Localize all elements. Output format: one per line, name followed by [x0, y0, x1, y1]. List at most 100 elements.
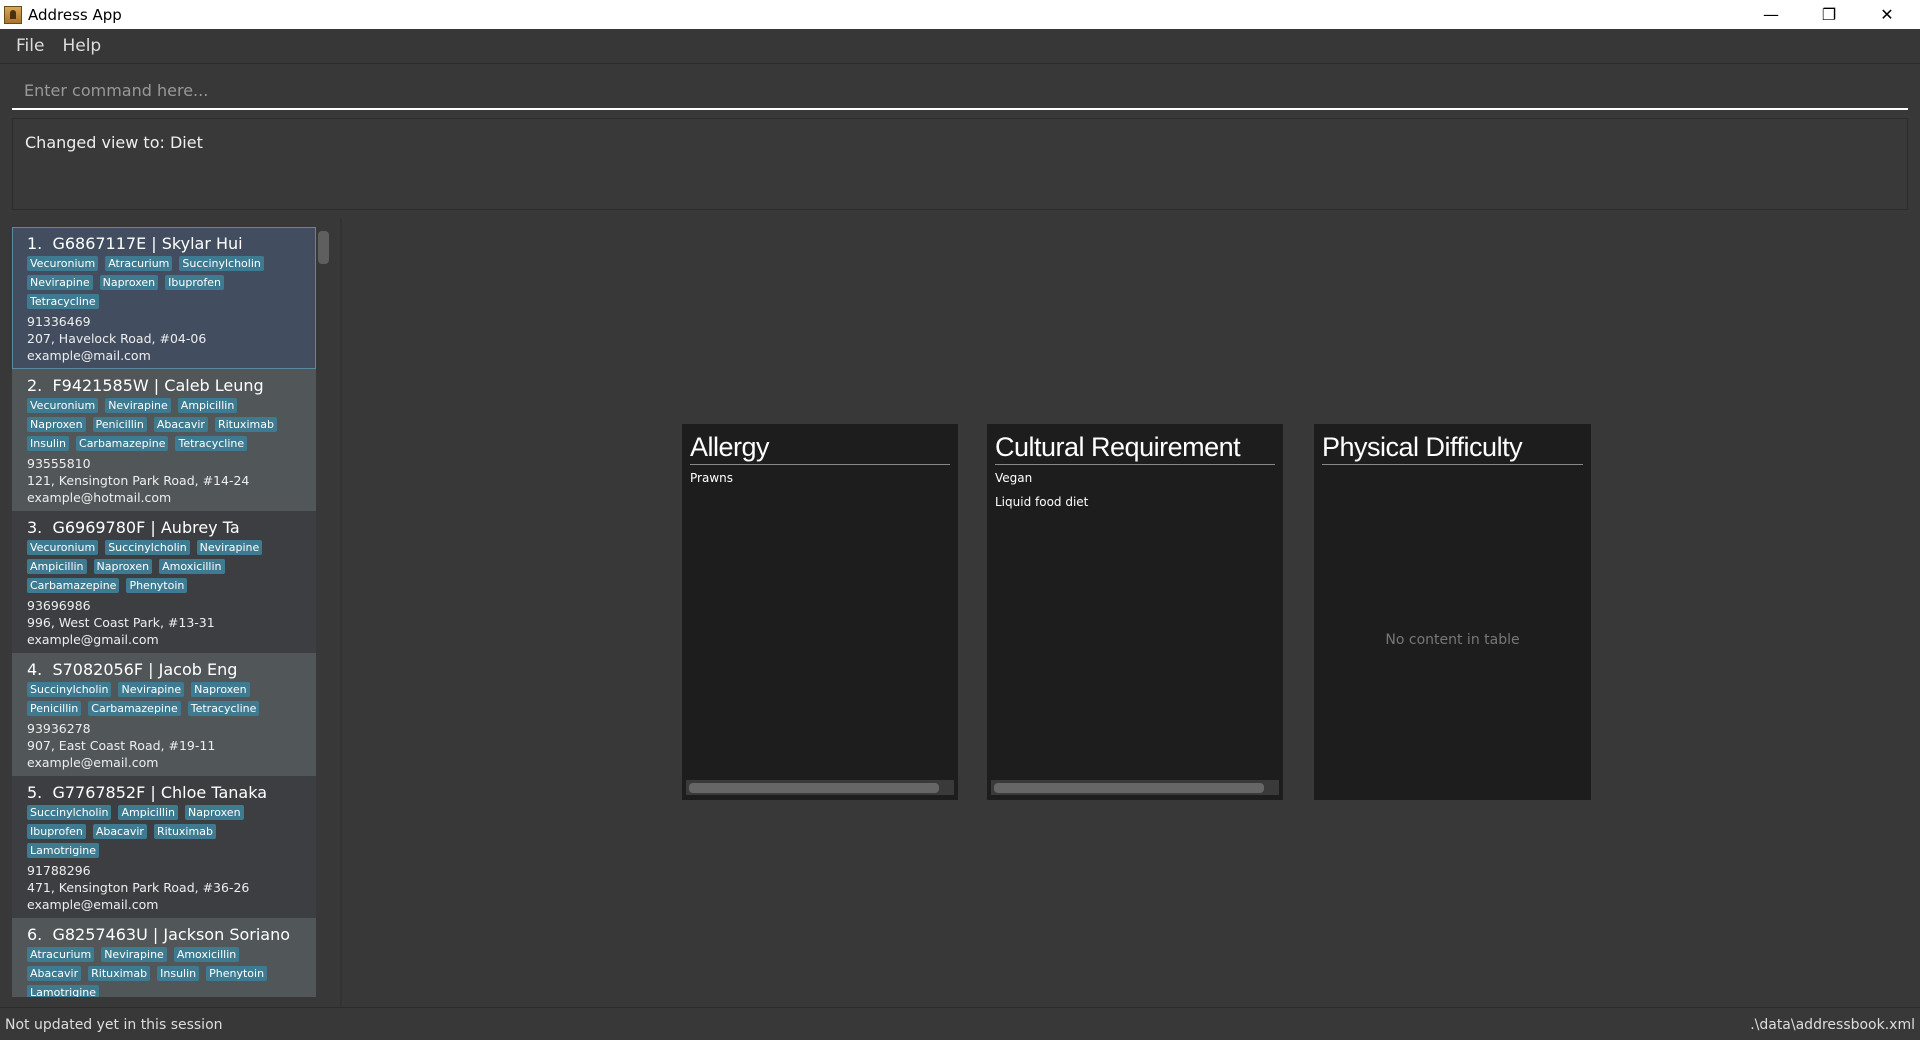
person-card-title: 1. G6867117E | Skylar Hui: [27, 234, 243, 253]
tag: Amoxicillin: [159, 559, 225, 574]
tag: Carbamazepine: [76, 436, 169, 451]
tag: Amoxicillin: [173, 947, 240, 962]
tag-list: Atracurium Nevirapine Amoxicillin Abacavir R…: [27, 947, 301, 997]
tag: Abacavir: [92, 824, 147, 839]
phone: 91788296: [27, 863, 91, 878]
allergy-title: Allergy: [690, 432, 950, 465]
tag: Penicillin: [92, 417, 147, 432]
command-input[interactable]: [12, 72, 1908, 110]
menu-file[interactable]: File: [16, 36, 44, 56]
address: 121, Kensington Park Road, #14-24: [27, 473, 250, 488]
tag: Abacavir: [27, 966, 82, 981]
title-part: 5.: [27, 783, 43, 802]
person-card-title: 4. S7082056F | Jacob Eng: [27, 660, 238, 679]
window-title: Address App: [28, 5, 122, 24]
tag: Ampicillin: [27, 559, 87, 574]
tag: Nevirapine: [196, 540, 263, 555]
tag: Naproxen: [93, 559, 153, 574]
person-card-title: 6. G8257463U | Jackson Soriano: [27, 925, 291, 944]
tag: Lamotrigine: [27, 985, 99, 997]
title-part: Chloe Tanaka: [160, 783, 267, 802]
tag: Ampicillin: [118, 805, 179, 820]
cultural-title: Cultural Requirement: [995, 432, 1275, 465]
split-divider[interactable]: [340, 218, 342, 1007]
tag: Phenytoin: [126, 578, 188, 593]
title-part: G8257463U: [52, 925, 148, 944]
tag: Naproxen: [27, 417, 86, 432]
maximize-button[interactable]: ❐: [1800, 0, 1858, 29]
tag-list: Vecuronium Atracurium Succinylcholin Nevira…: [27, 256, 301, 313]
title-part: 6.: [27, 925, 43, 944]
person-list[interactable]: 1. G6867117E | Skylar Hui Vecuronium Atrac…: [12, 227, 316, 997]
email: example@gmail.com: [27, 632, 159, 647]
tag: Nevirapine: [105, 398, 171, 413]
tag-list: Vecuronium Succinylcholin Nevirapine Ampici…: [27, 540, 301, 597]
title-part: G7767852F: [52, 783, 146, 802]
title-part: Jackson Soriano: [163, 925, 291, 944]
sync-status: Not updated yet in this session: [5, 1017, 223, 1033]
tag-list: Succinylcholin Nevirapine Naproxen Penicill…: [27, 682, 301, 720]
person-card-title: 5. G7767852F | Chloe Tanaka: [27, 783, 267, 802]
tag: Succinylcholin: [105, 540, 190, 555]
tag: Carbamazepine: [27, 578, 120, 593]
physical-title: Physical Difficulty: [1322, 432, 1583, 465]
scroll-thumb[interactable]: [689, 783, 939, 793]
tag: Naproxen: [191, 682, 250, 697]
allergy-hscrollbar[interactable]: [686, 780, 954, 795]
cultural-hscrollbar[interactable]: [991, 780, 1279, 795]
person-list-scrollbar[interactable]: [318, 231, 329, 264]
tag: Rituximab: [153, 824, 216, 839]
email: example@hotmail.com: [27, 490, 172, 505]
tag: Nevirapine: [118, 682, 185, 697]
minimize-button[interactable]: —: [1742, 0, 1800, 29]
tag: Tetracycline: [175, 436, 248, 451]
result-display: Changed view to: Diet: [12, 118, 1908, 210]
phone: 93555810: [27, 456, 91, 471]
tag: Insulin: [27, 436, 70, 451]
phone: 93696986: [27, 598, 91, 613]
allergy-item[interactable]: Prawns: [682, 465, 958, 489]
tag: Penicillin: [27, 701, 82, 716]
tag: Phenytoin: [206, 966, 268, 981]
menu-bar: File Help: [0, 29, 1920, 64]
person-card[interactable]: 3. G6969780F | Aubrey Ta Vecuronium Succin…: [12, 511, 316, 653]
tag: Succinylcholin: [27, 805, 112, 820]
tag: Atracurium: [105, 256, 173, 271]
title-part: F9421585W: [52, 376, 149, 395]
tag: Abacavir: [153, 417, 208, 432]
cultural-item[interactable]: Liquid food diet: [987, 489, 1283, 513]
person-card[interactable]: 2. F9421585W | Caleb Leung Vecuronium Nevi…: [12, 369, 316, 511]
tag: Vecuronium: [27, 256, 99, 271]
title-part: 4.: [27, 660, 43, 679]
menu-help[interactable]: Help: [62, 36, 101, 56]
title-part: Caleb Leung: [164, 376, 264, 395]
save-location: .\data\addressbook.xml: [1750, 1017, 1915, 1033]
command-box: [0, 64, 1920, 116]
tag: Naproxen: [185, 805, 244, 820]
tag: Succinylcholin: [27, 682, 112, 697]
tag: Naproxen: [99, 275, 159, 290]
person-card[interactable]: 1. G6867117E | Skylar Hui Vecuronium Atrac…: [12, 227, 316, 369]
close-button[interactable]: ✕: [1858, 0, 1916, 29]
app-icon: [4, 5, 22, 24]
person-card[interactable]: 6. G8257463U | Jackson Soriano Atracurium…: [12, 918, 316, 997]
title-part: Aubrey Ta: [160, 518, 240, 537]
tag: Succinylcholin: [179, 256, 264, 271]
cultural-item[interactable]: Vegan: [987, 465, 1283, 489]
scroll-thumb[interactable]: [994, 783, 1264, 793]
address: 471, Kensington Park Road, #36-26: [27, 880, 250, 895]
address: 996, West Coast Park, #13-31: [27, 615, 215, 630]
tag: Carbamazepine: [88, 701, 181, 716]
tag: Atracurium: [27, 947, 95, 962]
tag: Nevirapine: [27, 275, 93, 290]
person-card-title: 3. G6969780F | Aubrey Ta: [27, 518, 240, 537]
person-card[interactable]: 4. S7082056F | Jacob Eng Succinylcholin Ne…: [12, 653, 316, 776]
tag-list: Vecuronium Nevirapine Ampicillin Naproxen Pe…: [27, 398, 301, 455]
title-part: 3.: [27, 518, 43, 537]
physical-panel: Physical Difficulty No content in table: [1314, 424, 1591, 800]
title-part: 2.: [27, 376, 43, 395]
title-part: Jacob Eng: [158, 660, 238, 679]
tag: Nevirapine: [101, 947, 167, 962]
person-card[interactable]: 5. G7767852F | Chloe Tanaka Succinylcholi…: [12, 776, 316, 918]
address: 207, Havelock Road, #04-06: [27, 331, 207, 346]
